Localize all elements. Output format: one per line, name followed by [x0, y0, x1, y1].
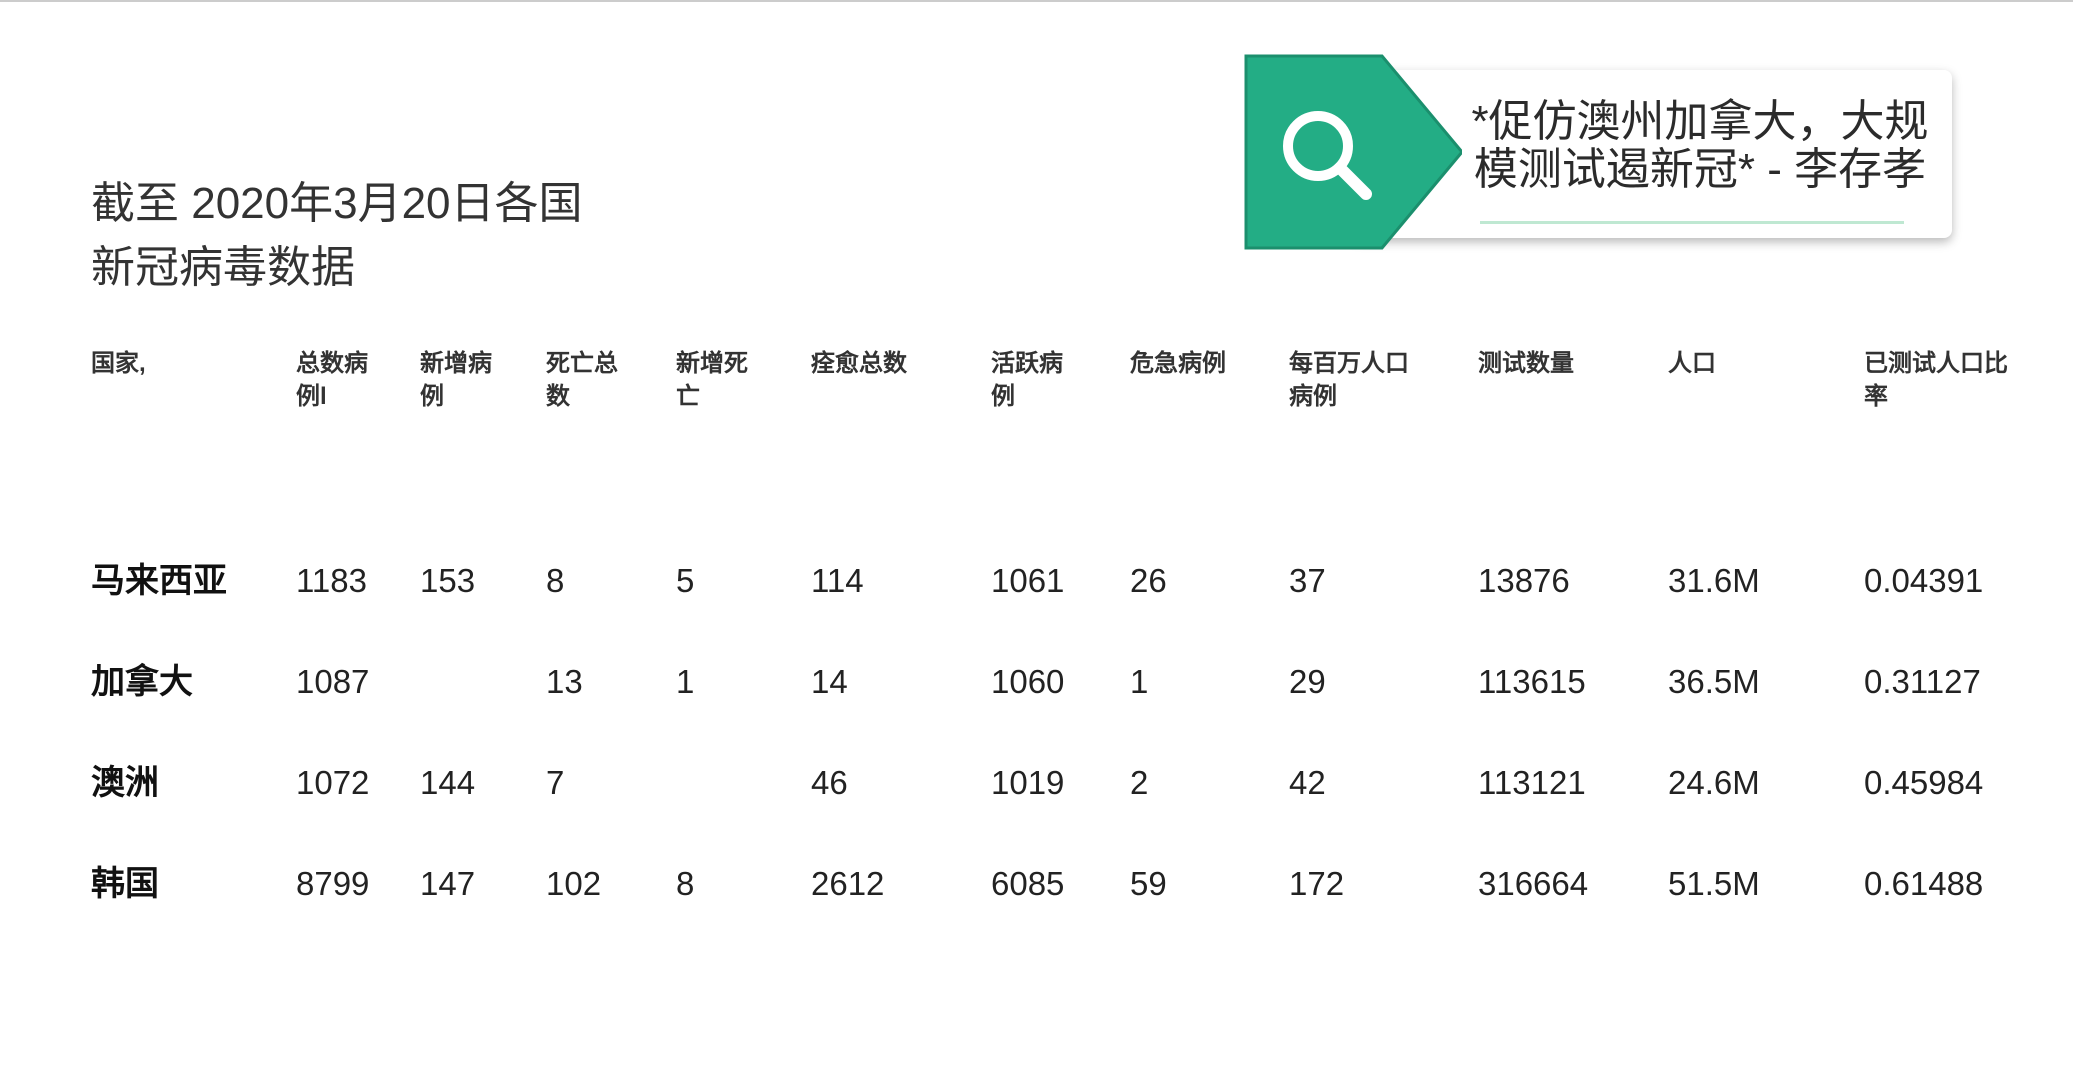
header-population: 人口	[1668, 350, 1716, 377]
cell-new-cases: 147	[420, 865, 476, 902]
cell-cases-per-million: 172	[1289, 865, 1345, 902]
cell-new-deaths: 1	[676, 663, 695, 700]
header-new-deaths: 新增死亡	[676, 350, 748, 410]
header-tests: 测试数量	[1478, 350, 1574, 377]
cell-critical-cases: 26	[1130, 562, 1167, 599]
cell-population: 36.5M	[1668, 663, 1760, 700]
header-new-cases: 新增病例	[420, 350, 492, 410]
cell-total-cases: 1072	[296, 764, 370, 801]
header-tested-ratio: 已测试人口比率	[1864, 350, 2008, 410]
cell-cases-per-million: 29	[1289, 663, 1326, 700]
header-total-cases: 总数病 例l	[296, 350, 368, 410]
page-title-line-1: 截至 2020年3月20日各国	[91, 179, 583, 228]
cell-tested-ratio: 0.61488	[1864, 865, 1984, 902]
cell-total-recovered: 114	[811, 562, 864, 599]
cell-total-deaths: 7	[546, 764, 565, 801]
header-total-deaths: 死亡总数	[546, 350, 618, 410]
cell-active-cases: 1019	[991, 764, 1065, 801]
callout-text-line-2: 模测试遏新冠* - 李存孝	[1473, 145, 1927, 194]
cell-tests: 113121	[1478, 764, 1586, 801]
cell-tested-ratio: 0.31127	[1864, 663, 1981, 700]
cell-new-deaths: 8	[676, 865, 695, 902]
cell-total-deaths: 8	[546, 562, 565, 599]
header-country: 国家,	[91, 350, 146, 377]
cell-population: 31.6M	[1668, 562, 1760, 599]
cell-new-deaths: 5	[676, 562, 695, 599]
header-critical-cases: 危急病例	[1130, 350, 1226, 377]
page-title: 截至 2020年3月20日各国 新冠病毒数据	[91, 172, 583, 300]
cell-new-cases: 153	[420, 562, 476, 599]
cell-cases-per-million: 42	[1289, 764, 1326, 801]
cell-total-cases: 8799	[296, 865, 370, 902]
cell-total-cases: 1087	[296, 663, 370, 700]
cell-country: 韩国	[91, 865, 159, 903]
cell-total-deaths: 102	[546, 865, 602, 902]
cell-tests: 113615	[1478, 663, 1586, 700]
cell-population: 51.5M	[1668, 865, 1760, 902]
header-cases-per-million: 每百万人口 病例	[1289, 350, 1409, 410]
cell-tests: 316664	[1478, 865, 1589, 902]
header-active-cases: 活跃病例	[991, 350, 1063, 410]
cell-country: 马来西亚	[91, 562, 227, 600]
cell-active-cases: 1060	[991, 663, 1065, 700]
cell-total-cases: 1183	[296, 562, 367, 599]
cell-country: 加拿大	[91, 663, 193, 701]
cell-tests: 13876	[1478, 562, 1570, 599]
cell-population: 24.6M	[1668, 764, 1760, 801]
cell-tested-ratio: 0.04391	[1864, 562, 1984, 599]
callout-underline	[1480, 221, 1904, 224]
cell-active-cases: 6085	[991, 865, 1065, 902]
cell-critical-cases: 59	[1130, 865, 1167, 902]
cell-critical-cases: 1	[1130, 663, 1149, 700]
page-title-line-2: 新冠病毒数据	[91, 243, 355, 292]
callout-text-line-1: *促仿澳州加拿大，大规	[1471, 97, 1929, 146]
cell-active-cases: 1061	[991, 562, 1065, 599]
cell-total-recovered: 46	[811, 764, 848, 801]
cell-critical-cases: 2	[1130, 764, 1149, 801]
cell-cases-per-million: 37	[1289, 562, 1326, 599]
cell-total-deaths: 13	[546, 663, 583, 700]
search-icon	[1244, 54, 1462, 250]
header-total-recovered: 痊愈总数	[811, 350, 907, 377]
cell-country: 澳洲	[91, 764, 159, 802]
cell-new-cases: 144	[420, 764, 476, 801]
top-divider	[0, 0, 2073, 2]
cell-total-recovered: 14	[811, 663, 848, 700]
callout-text: *促仿澳州加拿大，大规 模测试遏新冠* - 李存孝	[1470, 98, 1930, 194]
cell-total-recovered: 2612	[811, 865, 885, 902]
cell-tested-ratio: 0.45984	[1864, 764, 1984, 801]
